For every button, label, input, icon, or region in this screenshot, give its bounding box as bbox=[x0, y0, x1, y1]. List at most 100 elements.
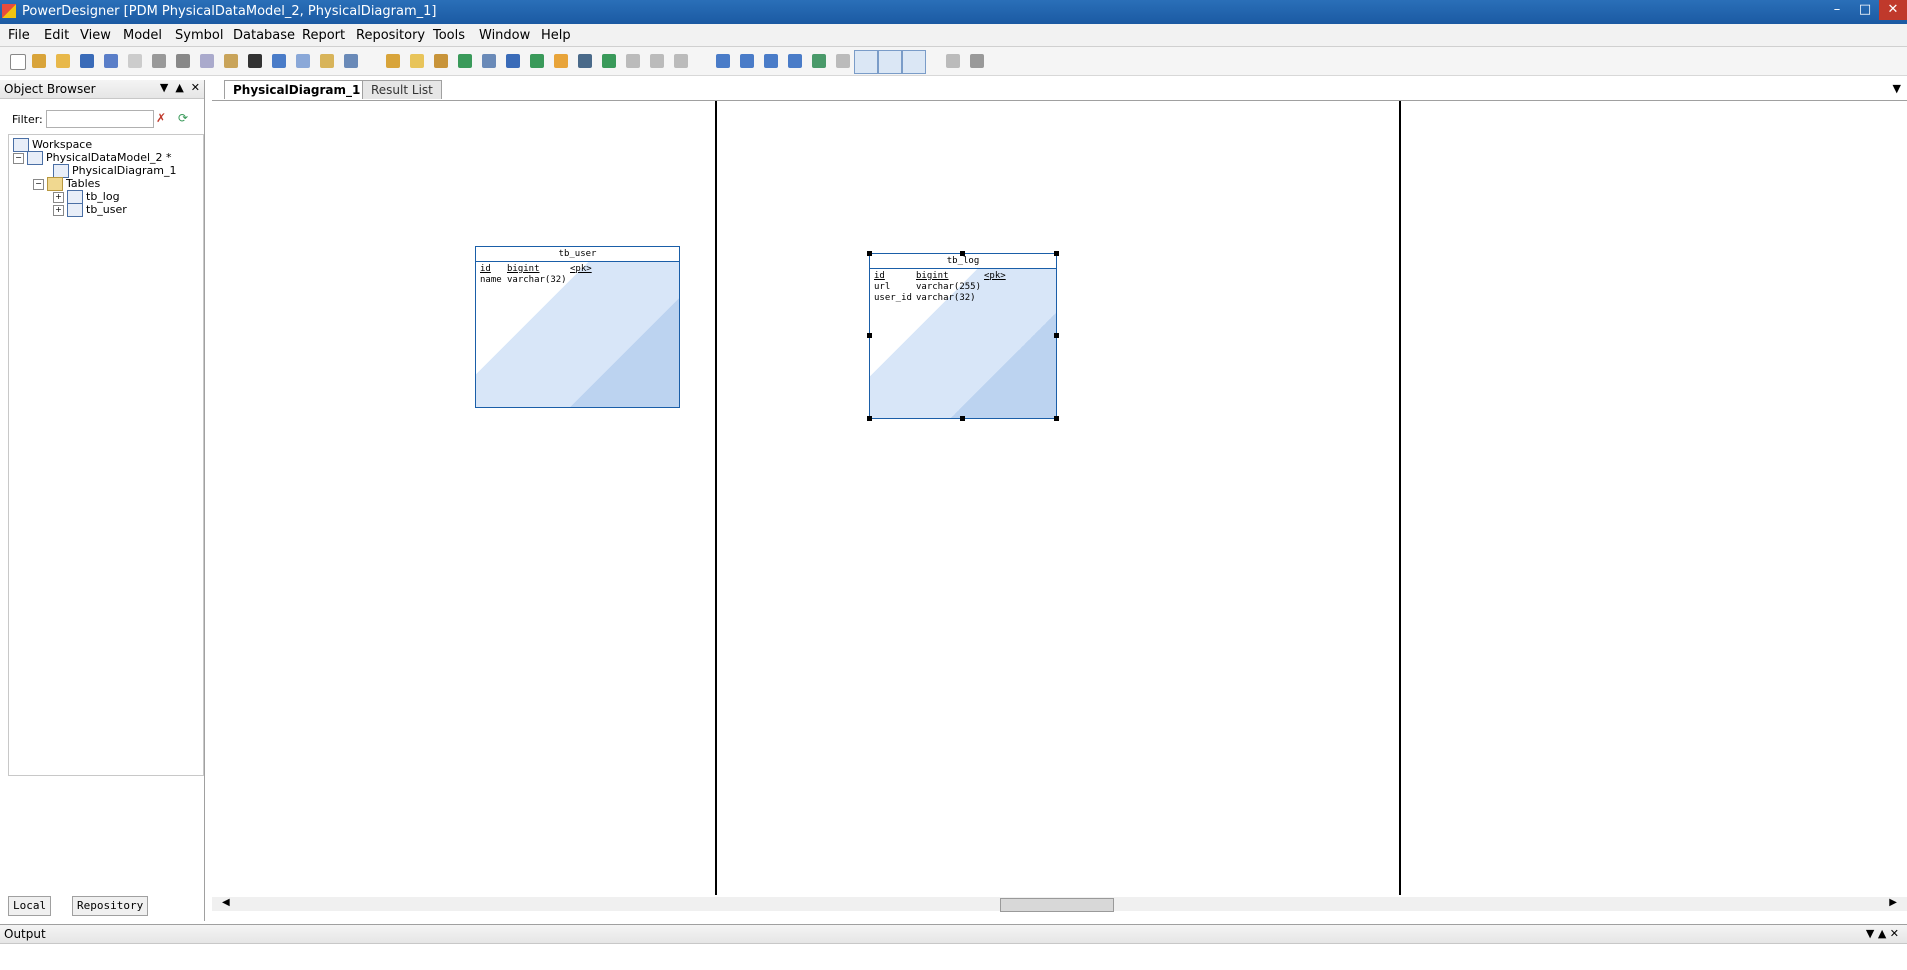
menu-bar: File Edit View Model Symbol Database Rep… bbox=[0, 24, 1907, 47]
tree-item-model[interactable]: − PhysicalDataModel_2 * bbox=[13, 151, 172, 165]
output-toggle-button[interactable] bbox=[878, 50, 902, 74]
tab-local[interactable]: Local bbox=[8, 896, 52, 916]
browse-icon[interactable] bbox=[434, 54, 448, 68]
redo-icon[interactable] bbox=[296, 54, 310, 68]
print-icon[interactable] bbox=[152, 54, 166, 68]
expand-icon[interactable]: + bbox=[53, 204, 64, 216]
dropdown-icon[interactable]: ▼ bbox=[160, 81, 168, 94]
selection-handle[interactable] bbox=[1054, 416, 1059, 421]
arrow-left-icon[interactable] bbox=[650, 54, 664, 68]
menu-help[interactable]: Help bbox=[541, 28, 571, 43]
copy-icon[interactable] bbox=[200, 54, 214, 68]
open-icon[interactable] bbox=[56, 54, 70, 68]
new-model-icon[interactable] bbox=[32, 54, 46, 68]
selection-handle[interactable] bbox=[960, 251, 965, 256]
horizontal-scrollbar[interactable]: ◀ ▶ bbox=[212, 897, 1907, 912]
object-browser-title: Object Browser bbox=[4, 82, 96, 96]
selection-handle[interactable] bbox=[867, 333, 872, 338]
selection-handle[interactable] bbox=[867, 416, 872, 421]
result-toggle-button[interactable] bbox=[902, 50, 926, 74]
paste-icon[interactable] bbox=[224, 54, 238, 68]
refresh-filter-icon[interactable]: ⟳ bbox=[178, 111, 188, 125]
selection-handle[interactable] bbox=[960, 416, 965, 421]
clear-filter-icon[interactable]: ✗ bbox=[156, 111, 166, 125]
filter-input[interactable] bbox=[46, 110, 154, 128]
merge-icon[interactable] bbox=[506, 54, 520, 68]
scroll-right-icon[interactable]: ▶ bbox=[1889, 897, 1897, 908]
tree-item-table[interactable]: + tb_log bbox=[53, 190, 120, 204]
text-color-icon[interactable] bbox=[602, 54, 616, 68]
filter-bar: Filter: ✗ ⟳ bbox=[6, 108, 202, 130]
model-icon[interactable] bbox=[386, 54, 400, 68]
menu-view[interactable]: View bbox=[80, 28, 111, 43]
tree-item-tables[interactable]: − Tables bbox=[33, 177, 100, 191]
output-panel: Output ▼ ▲ ✕ bbox=[0, 924, 1907, 970]
save-icon[interactable] bbox=[80, 54, 94, 68]
minimize-button[interactable]: – bbox=[1823, 0, 1851, 20]
menu-tools[interactable]: Tools bbox=[433, 28, 465, 43]
tab-repository[interactable]: Repository bbox=[72, 896, 149, 916]
arrow-right-icon[interactable] bbox=[674, 54, 688, 68]
pencil-icon[interactable] bbox=[554, 54, 568, 68]
save-all-icon[interactable] bbox=[104, 54, 118, 68]
close-button[interactable]: ✕ bbox=[1879, 0, 1907, 20]
scroll-thumb[interactable] bbox=[1000, 898, 1114, 912]
maximize-button[interactable]: □ bbox=[1851, 0, 1879, 20]
tree-item-diagram[interactable]: PhysicalDiagram_1 bbox=[53, 164, 176, 178]
print-preview-icon[interactable] bbox=[128, 54, 142, 68]
format-icon[interactable] bbox=[626, 54, 640, 68]
scroll-left-icon[interactable]: ◀ bbox=[222, 897, 230, 908]
refresh-icon[interactable] bbox=[458, 54, 472, 68]
selection-handle[interactable] bbox=[867, 251, 872, 256]
panel-controls: ▼ ▲ ✕ bbox=[160, 81, 200, 94]
browser-footer: Local Repository bbox=[0, 896, 204, 920]
output-controls[interactable]: ▼ ▲ ✕ bbox=[1866, 927, 1899, 940]
undo-icon[interactable] bbox=[272, 54, 286, 68]
zoom-page-icon[interactable] bbox=[740, 54, 754, 68]
browser-toggle-button[interactable] bbox=[854, 50, 878, 74]
table-icon bbox=[67, 190, 83, 204]
preview-icon[interactable] bbox=[946, 54, 960, 68]
menu-report[interactable]: Report bbox=[302, 28, 345, 43]
table-symbol[interactable]: tb_log id bigint <pk> url varchar(255) u… bbox=[869, 253, 1057, 419]
tree-item-table[interactable]: + tb_user bbox=[53, 203, 127, 217]
tab-result-list[interactable]: Result List bbox=[362, 80, 442, 99]
menu-symbol[interactable]: Symbol bbox=[175, 28, 223, 43]
zoom-previous-icon[interactable] bbox=[836, 54, 850, 68]
generate-icon[interactable] bbox=[530, 54, 544, 68]
collapse-icon[interactable]: − bbox=[13, 152, 24, 164]
tree-item-workspace[interactable]: Workspace bbox=[13, 138, 92, 152]
print-diagram-icon[interactable] bbox=[970, 54, 984, 68]
fill-icon[interactable] bbox=[578, 54, 592, 68]
find-icon[interactable] bbox=[344, 54, 358, 68]
delete-icon[interactable] bbox=[248, 54, 262, 68]
selection-handle[interactable] bbox=[1054, 333, 1059, 338]
zoom-out-icon[interactable] bbox=[788, 54, 802, 68]
properties-icon[interactable] bbox=[320, 54, 334, 68]
object-browser: Object Browser ▼ ▲ ✕ Filter: ✗ ⟳ Workspa… bbox=[0, 80, 205, 921]
collapse-icon[interactable]: − bbox=[33, 178, 44, 190]
expand-icon[interactable]: + bbox=[53, 191, 64, 203]
close-panel-icon[interactable]: ✕ bbox=[191, 81, 200, 94]
menu-file[interactable]: File bbox=[8, 28, 30, 43]
title-bar: PowerDesigner [PDM PhysicalDataModel_2, … bbox=[0, 0, 1907, 24]
selection-handle[interactable] bbox=[1054, 251, 1059, 256]
cut-icon[interactable] bbox=[176, 54, 190, 68]
table-symbol[interactable]: tb_user id bigint <pk> name varchar(32) bbox=[475, 246, 680, 408]
pin-icon[interactable]: ▲ bbox=[175, 81, 183, 94]
check-model-icon[interactable] bbox=[482, 54, 496, 68]
tab-menu-icon[interactable]: ▼ bbox=[1893, 82, 1901, 95]
folder-icon bbox=[47, 177, 63, 191]
menu-window[interactable]: Window bbox=[479, 28, 530, 43]
menu-edit[interactable]: Edit bbox=[44, 28, 69, 43]
zoom-select-icon[interactable] bbox=[812, 54, 826, 68]
new-icon[interactable] bbox=[10, 54, 26, 70]
zoom-fit-icon[interactable] bbox=[716, 54, 730, 68]
zoom-in-icon[interactable] bbox=[764, 54, 778, 68]
menu-repository[interactable]: Repository bbox=[356, 28, 425, 43]
package-icon[interactable] bbox=[410, 54, 424, 68]
menu-database[interactable]: Database bbox=[233, 28, 295, 43]
tab-physical-diagram[interactable]: PhysicalDiagram_1 bbox=[224, 80, 370, 99]
menu-model[interactable]: Model bbox=[123, 28, 162, 43]
diagram-canvas[interactable]: tb_user id bigint <pk> name varchar(32) … bbox=[212, 100, 1907, 912]
